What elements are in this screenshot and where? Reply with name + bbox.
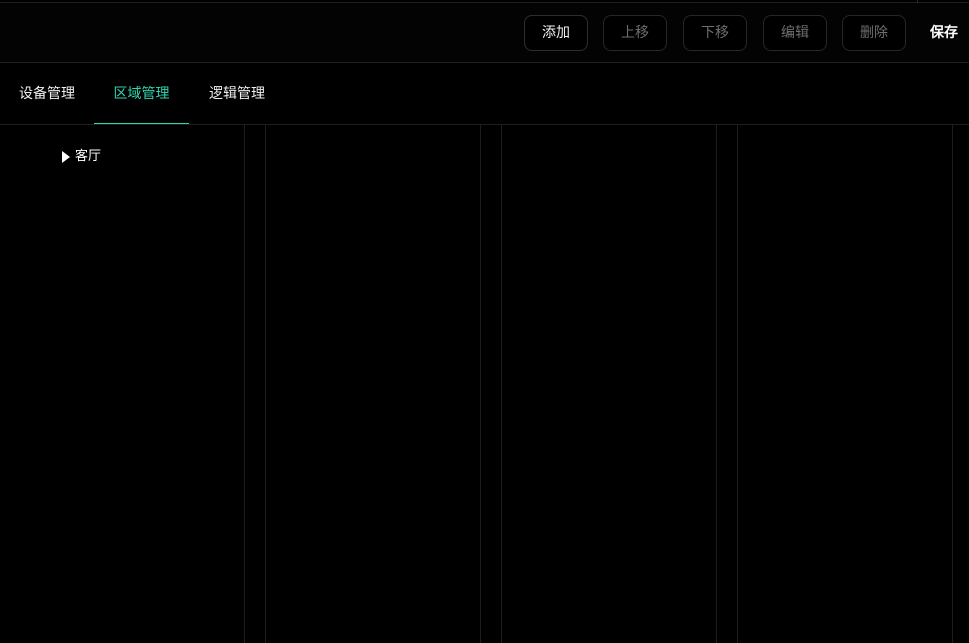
- column-divider: [265, 125, 266, 643]
- tab-device-management[interactable]: 设备管理: [0, 63, 94, 124]
- tab-bar: 设备管理 区域管理 逻辑管理: [0, 63, 969, 125]
- app-window: 添加 上移 下移 编辑 删除 保存 设备管理 区域管理 逻辑管理 客厅: [0, 0, 969, 643]
- edit-button[interactable]: 编辑: [763, 15, 827, 51]
- column-divider: [480, 125, 481, 643]
- active-tab-indicator: [94, 123, 189, 124]
- column-divider: [716, 125, 717, 643]
- area-columns: 客厅: [0, 125, 969, 643]
- move-down-button[interactable]: 下移: [683, 15, 747, 51]
- toolbar: 添加 上移 下移 编辑 删除 保存: [0, 3, 969, 63]
- tab-area-management[interactable]: 区域管理: [94, 63, 189, 124]
- move-up-button[interactable]: 上移: [603, 15, 667, 51]
- save-button[interactable]: 保存: [922, 15, 966, 51]
- tree-item-living-room[interactable]: 客厅: [62, 147, 101, 167]
- column-divider: [501, 125, 502, 643]
- column-divider: [952, 125, 953, 643]
- caret-right-icon[interactable]: [62, 151, 70, 163]
- tree-item-label: 客厅: [75, 149, 102, 164]
- add-button[interactable]: 添加: [524, 15, 588, 51]
- tab-logic-management[interactable]: 逻辑管理: [189, 63, 285, 124]
- column-divider: [737, 125, 738, 643]
- delete-button[interactable]: 删除: [842, 15, 906, 51]
- column-divider: [244, 125, 245, 643]
